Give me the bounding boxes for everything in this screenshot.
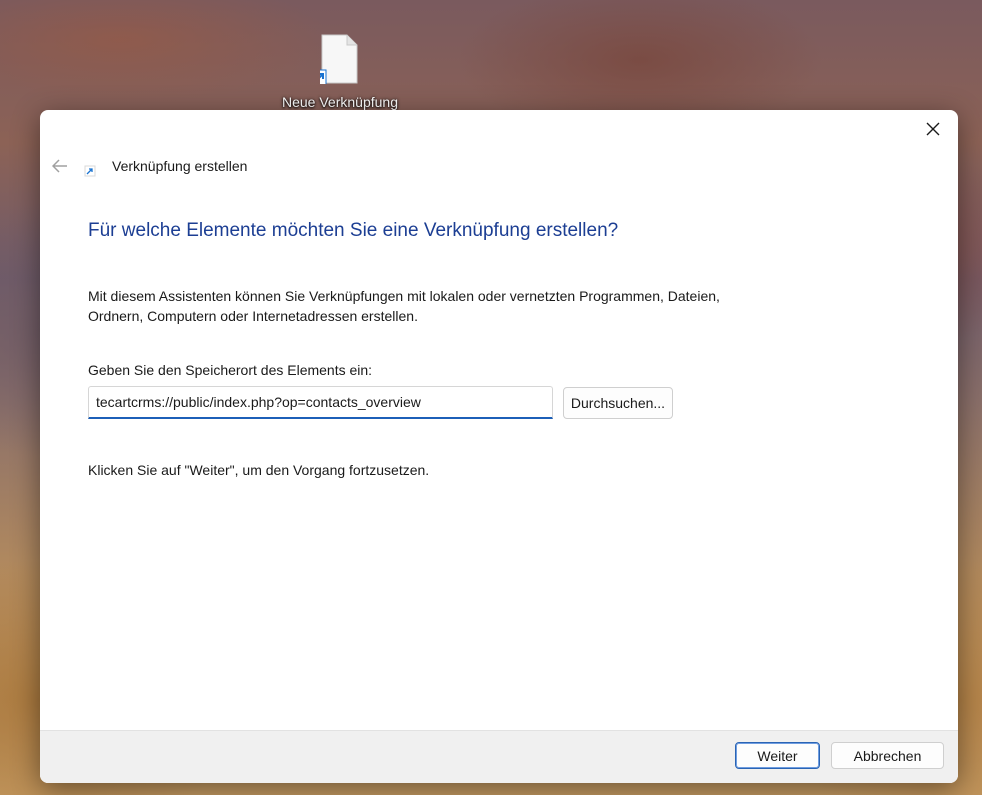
page-heading: Für welche Elemente möchten Sie eine Ver… <box>88 220 619 241</box>
arrow-left-icon <box>52 159 67 173</box>
create-shortcut-dialog: Verknüpfung erstellen Für welche Element… <box>40 110 958 783</box>
close-icon <box>926 122 940 136</box>
description-text: Mit diesem Assistenten können Sie Verknü… <box>88 288 720 324</box>
location-input[interactable] <box>88 386 553 419</box>
wizard-title: Verknüpfung erstellen <box>112 158 248 174</box>
desktop-shortcut-new-link[interactable]: Neue Verknüpfung <box>272 30 408 110</box>
browse-button[interactable]: Durchsuchen... <box>563 387 673 419</box>
continue-hint: Klicken Sie auf "Weiter", um den Vorgang… <box>88 462 430 478</box>
dialog-footer: Weiter Abbrechen <box>40 730 958 783</box>
cancel-button[interactable]: Abbrechen <box>831 742 944 769</box>
next-button[interactable]: Weiter <box>735 742 820 769</box>
location-label: Geben Sie den Speicherort des Elements e… <box>88 362 373 378</box>
shortcut-label: Neue Verknüpfung <box>282 94 398 110</box>
back-button[interactable] <box>48 154 72 178</box>
desktop: Neue Verknüpfung Verknüpfung erstellen F… <box>0 0 982 795</box>
close-button[interactable] <box>916 114 950 144</box>
file-shortcut-icon <box>320 34 358 84</box>
shortcut-arrow-icon <box>84 165 96 177</box>
